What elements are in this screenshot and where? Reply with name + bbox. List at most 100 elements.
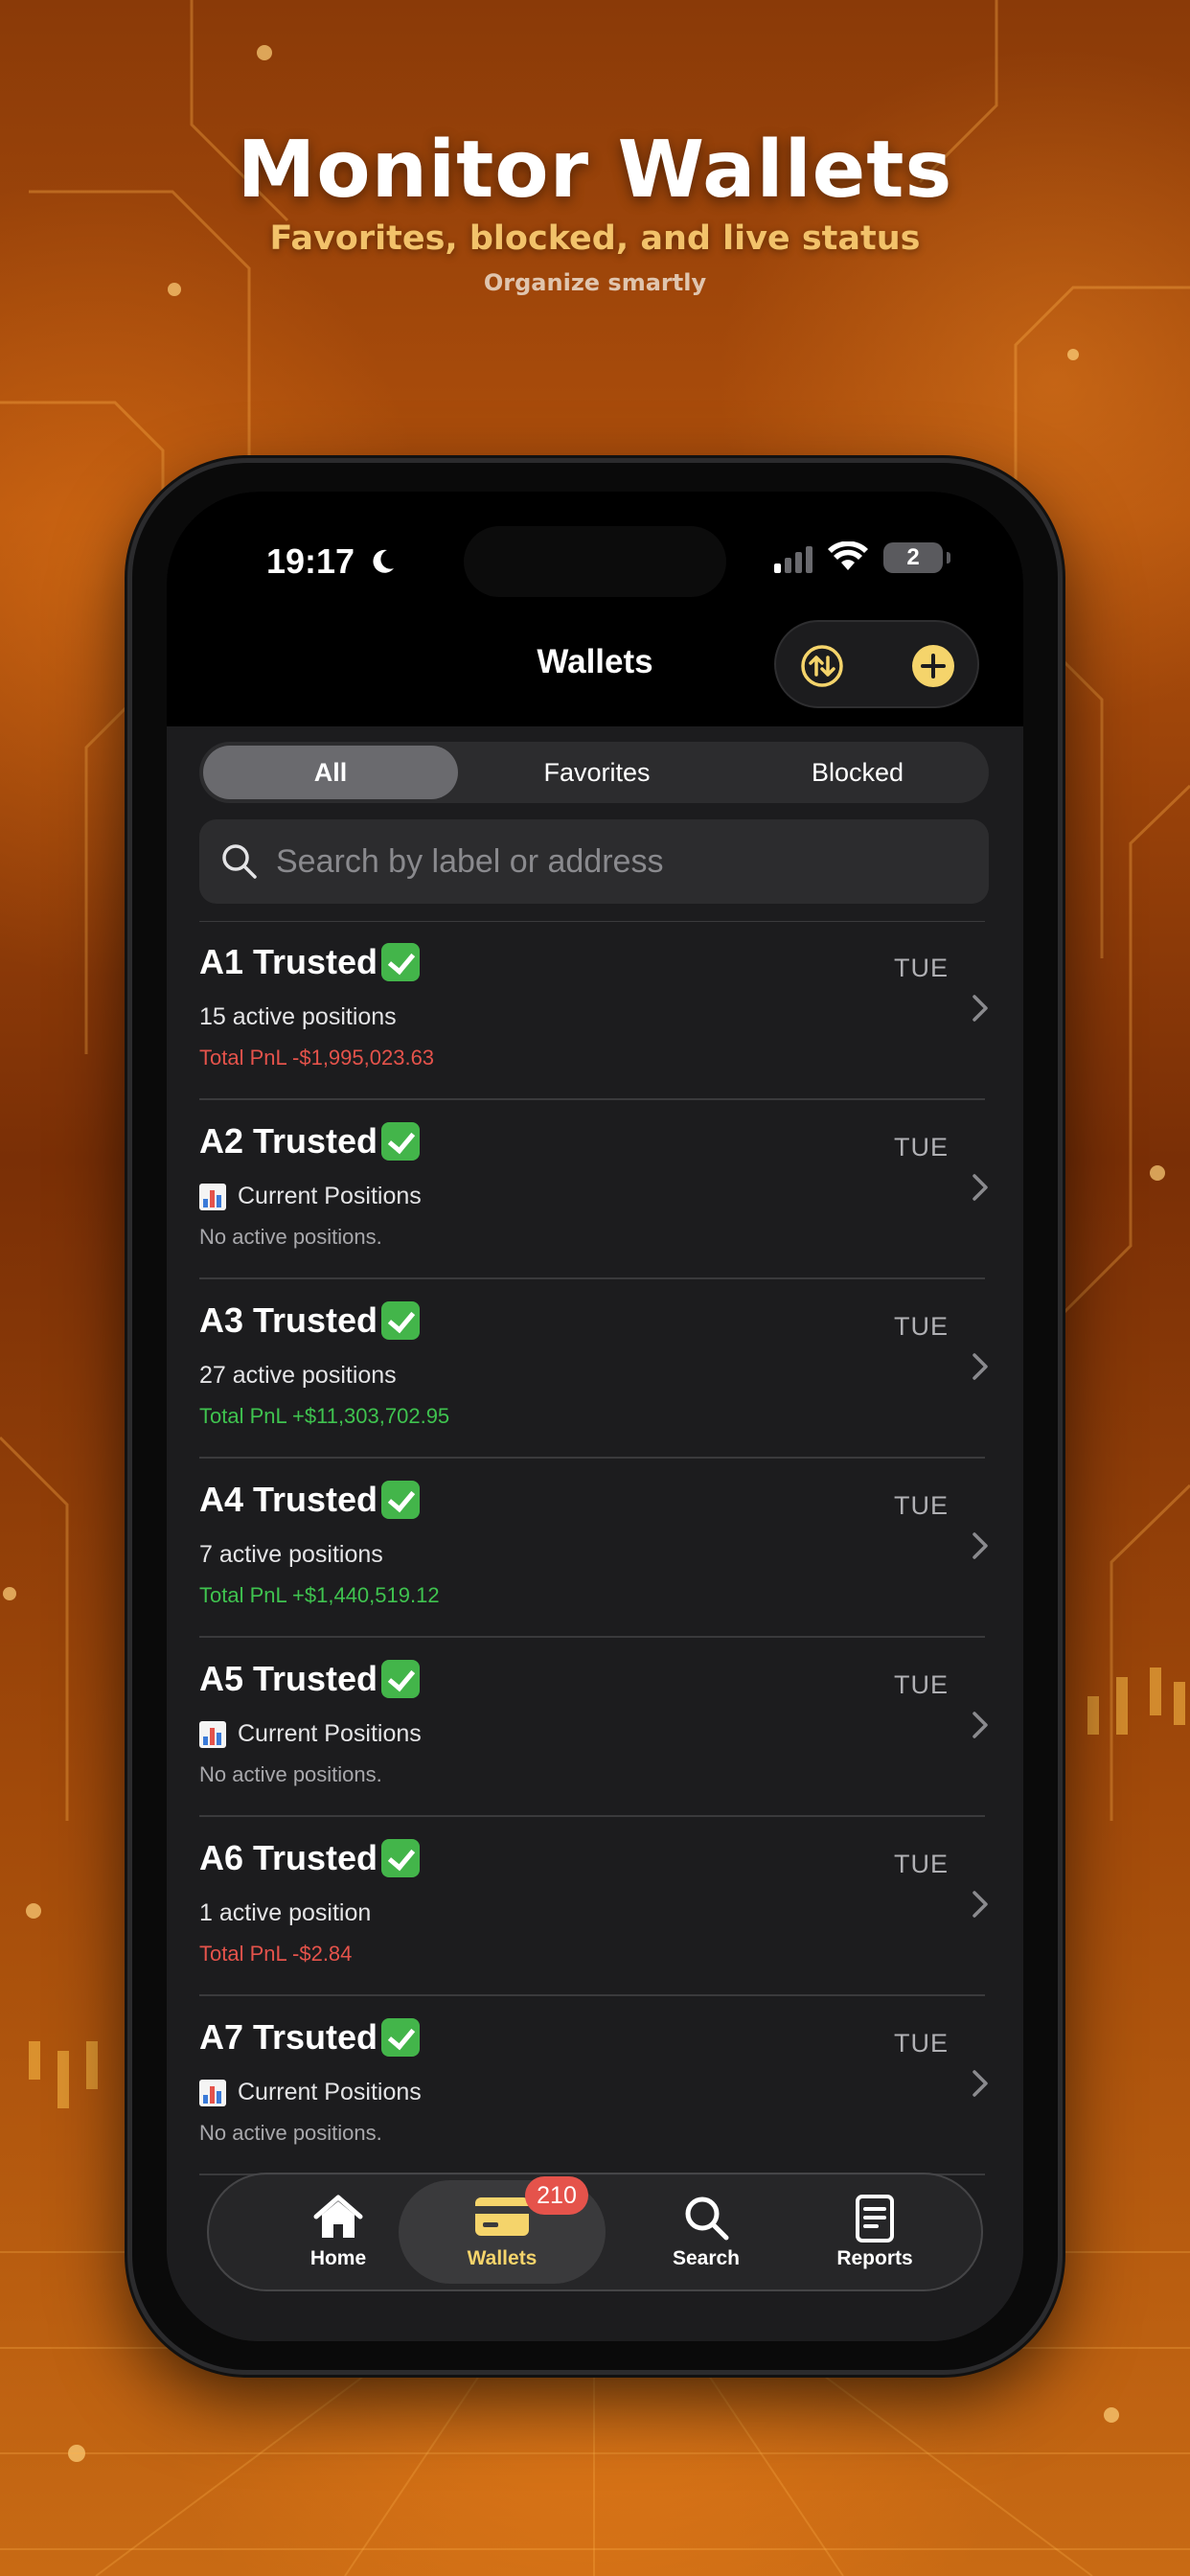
wallet-day: TUE bbox=[894, 1850, 949, 1878]
check-mark-icon bbox=[381, 1660, 421, 1698]
time-text: 19:17 bbox=[266, 541, 355, 581]
wallet-label-text: A2 Trusted bbox=[199, 1121, 378, 1161]
chevron-right-icon bbox=[973, 1174, 988, 1201]
wallet-label: A3 Trusted bbox=[199, 1300, 421, 1341]
house-icon bbox=[313, 2195, 363, 2238]
wallet-positions: Current Positions bbox=[199, 1183, 422, 1210]
chevron-right-icon bbox=[973, 1353, 988, 1380]
wallet-label: A5 Trusted bbox=[199, 1659, 421, 1699]
tab-bar: Home 210 Wallets Search Reports bbox=[207, 2173, 983, 2291]
wallet-positions-text: 7 active positions bbox=[199, 1541, 383, 1568]
bar-chart-icon bbox=[199, 2079, 226, 2106]
wallet-label-text: A7 Trsuted bbox=[199, 2017, 378, 2057]
check-mark-icon bbox=[381, 1301, 421, 1340]
tab-label: Wallets bbox=[467, 2247, 538, 2269]
chevron-right-icon bbox=[973, 1891, 988, 1918]
tab-reports[interactable]: Reports bbox=[784, 2180, 966, 2284]
search-icon bbox=[222, 844, 257, 879]
tab-label: Search bbox=[672, 2247, 741, 2269]
sort-swap-button[interactable] bbox=[799, 643, 845, 689]
wallet-label-text: A5 Trusted bbox=[199, 1659, 378, 1698]
wallet-positions-text: Current Positions bbox=[238, 2079, 422, 2105]
wallet-row[interactable]: A6 Trusted TUE 1 active position Total PnL … bbox=[167, 1817, 1023, 1996]
wallet-day: TUE bbox=[894, 1491, 949, 1520]
wallet-pnl: Total PnL +$1,440,519.12 bbox=[199, 1583, 440, 1607]
wallet-pnl: No active positions. bbox=[199, 1225, 382, 1249]
wallet-positions: Current Positions bbox=[199, 1720, 422, 1748]
wallet-day: TUE bbox=[894, 1312, 949, 1341]
wallet-pnl: Total PnL -$1,995,023.63 bbox=[199, 1046, 435, 1070]
hero-tagline: Organize smartly bbox=[483, 269, 707, 296]
segment-blocked[interactable]: Blocked bbox=[730, 746, 985, 799]
hero: Monitor Wallets Favorites, blocked, and … bbox=[0, 125, 1190, 296]
wallet-card-icon bbox=[475, 2197, 529, 2236]
check-mark-icon bbox=[381, 1122, 421, 1161]
segment-favorites[interactable]: Favorites bbox=[469, 746, 724, 799]
wallet-day: TUE bbox=[894, 1133, 949, 1162]
wallet-pnl: Total PnL -$2.84 bbox=[199, 1942, 353, 1966]
header-actions bbox=[774, 620, 979, 708]
filter-segmented-control: All Favorites Blocked bbox=[199, 742, 989, 803]
wallet-positions-text: Current Positions bbox=[238, 1720, 422, 1747]
wallet-pnl: No active positions. bbox=[199, 1762, 382, 1786]
chevron-right-icon bbox=[973, 2070, 988, 2097]
wallet-positions-text: 15 active positions bbox=[199, 1003, 397, 1030]
wallet-day: TUE bbox=[894, 954, 949, 982]
wallet-pnl: Total PnL +$11,303,702.95 bbox=[199, 1404, 450, 1428]
wallet-positions: 15 active positions bbox=[199, 1003, 397, 1031]
hero-title: Monitor Wallets bbox=[237, 125, 953, 216]
wallet-row[interactable]: A1 Trusted TUE 15 active positions Total Pn… bbox=[167, 921, 1023, 1100]
document-icon bbox=[856, 2195, 894, 2242]
segment-all[interactable]: All bbox=[203, 746, 458, 799]
tab-wallets[interactable]: 210 Wallets bbox=[399, 2176, 606, 2284]
chevron-right-icon bbox=[973, 1712, 988, 1738]
wallet-pnl: No active positions. bbox=[199, 2121, 382, 2145]
wallet-label: A1 Trusted bbox=[199, 942, 421, 982]
bar-chart-icon bbox=[199, 1720, 226, 1748]
wallet-positions: 1 active position bbox=[199, 1899, 371, 1927]
wallet-count-badge: 210 bbox=[525, 2176, 588, 2215]
wallet-positions-text: Current Positions bbox=[238, 1183, 422, 1209]
tab-label: Reports bbox=[836, 2247, 913, 2269]
wallet-label-text: A1 Trusted bbox=[199, 942, 378, 981]
wallet-row[interactable]: A4 Trusted TUE 7 active positions Total PnL… bbox=[167, 1459, 1023, 1638]
wallet-row[interactable]: A2 Trusted TUE Current Positions No active … bbox=[167, 1100, 1023, 1279]
wallet-label-text: A3 Trusted bbox=[199, 1300, 378, 1340]
wallet-day: TUE bbox=[894, 1670, 949, 1699]
wallet-day: TUE bbox=[894, 2029, 949, 2058]
navigation-bar: Wallets bbox=[167, 597, 1023, 726]
wallet-label: A4 Trusted bbox=[199, 1480, 421, 1520]
wallet-positions: 27 active positions bbox=[199, 1362, 397, 1390]
wallet-label-text: A4 Trusted bbox=[199, 1480, 378, 1519]
phone-frame: 19:17 2 Wallets All Favorites Blocked Se… bbox=[132, 463, 1058, 2370]
bar-chart-icon bbox=[199, 1183, 226, 1210]
wallet-row[interactable]: A5 Trusted TUE Current Positions No active … bbox=[167, 1638, 1023, 1817]
wallet-label-text: A6 Trusted bbox=[199, 1838, 378, 1877]
check-mark-icon bbox=[381, 943, 421, 981]
magnifier-icon bbox=[685, 2196, 729, 2241]
tab-search[interactable]: Search bbox=[615, 2180, 797, 2284]
check-mark-icon bbox=[381, 1839, 421, 1877]
wallet-label: A7 Trsuted bbox=[199, 2017, 421, 2058]
wallet-positions-text: 1 active position bbox=[199, 1899, 372, 1926]
wallet-positions: Current Positions bbox=[199, 2079, 422, 2106]
wallet-row[interactable]: A7 Trsuted TUE Current Positions No active … bbox=[167, 1996, 1023, 2175]
search-input[interactable] bbox=[276, 819, 966, 904]
status-time: 19:17 bbox=[266, 541, 397, 582]
wallet-row[interactable]: A3 Trusted TUE 27 active positions Total Pn… bbox=[167, 1279, 1023, 1459]
wallet-positions-text: 27 active positions bbox=[199, 1362, 397, 1389]
search-bar bbox=[199, 819, 989, 904]
chevron-right-icon bbox=[973, 995, 988, 1022]
check-mark-icon bbox=[381, 1481, 421, 1519]
wallet-label: A2 Trusted bbox=[199, 1121, 421, 1162]
dynamic-island bbox=[464, 526, 726, 597]
battery-nub bbox=[947, 552, 950, 564]
cellular-signal-icon bbox=[774, 546, 812, 573]
moon-icon bbox=[373, 549, 395, 573]
chevron-right-icon bbox=[973, 1532, 988, 1559]
hero-subtitle: Favorites, blocked, and live status bbox=[269, 219, 921, 258]
wifi-icon bbox=[828, 541, 868, 570]
add-wallet-button[interactable] bbox=[910, 643, 956, 689]
phone-screen: 19:17 2 Wallets All Favorites Blocked Se… bbox=[167, 492, 1023, 2341]
check-mark-icon bbox=[381, 2018, 421, 2057]
